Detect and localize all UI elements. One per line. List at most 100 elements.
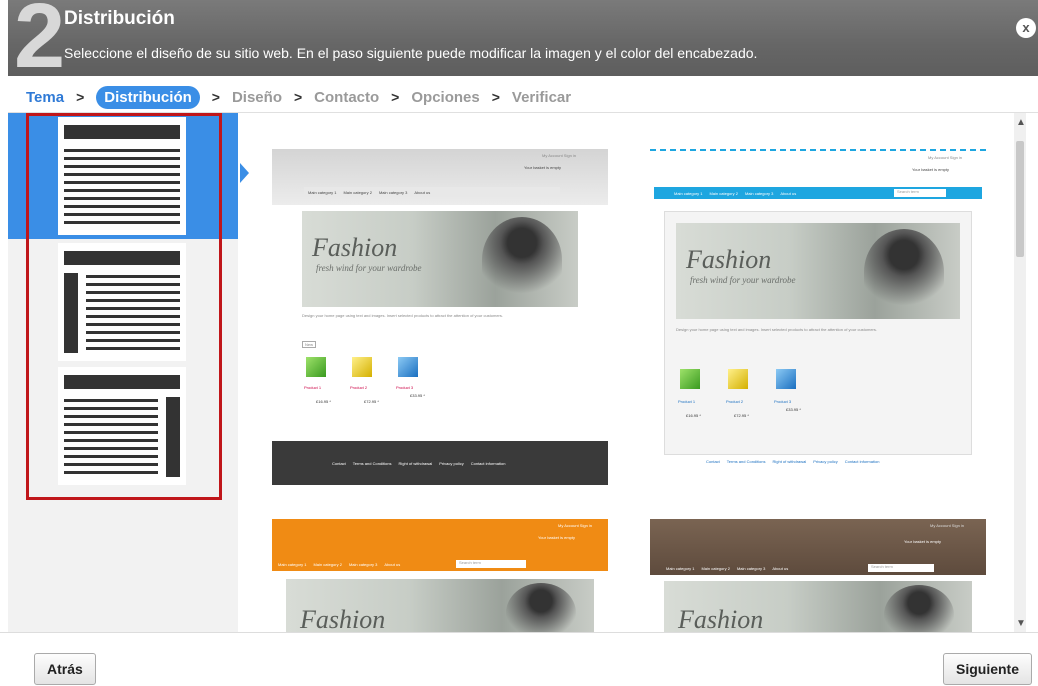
preview-hero-tagline: fresh wind for your wardrobe — [316, 263, 422, 273]
preview-footer-link: Contact — [706, 459, 720, 464]
preview-theme-blue[interactable]: My Account Sign in Your basket is empty … — [650, 149, 986, 469]
chevron-up-icon[interactable]: ▲ — [1016, 117, 1026, 128]
preview-hero-tagline: fresh wind for your wardrobe — [690, 275, 796, 285]
wizard-header: 2 Distribución Seleccione el diseño de s… — [8, 0, 1038, 82]
chevron-down-icon[interactable]: ▼ — [1016, 618, 1026, 629]
breadcrumb-step-contacto: Contacto — [314, 88, 380, 106]
preview-scrollbar[interactable]: ▲ ▼ — [1014, 113, 1026, 632]
next-button[interactable]: Siguiente — [942, 653, 1032, 685]
preview-footer-link: Contact information — [844, 459, 880, 464]
preview-search-input: Search term — [456, 560, 526, 568]
preview-nav-item: Main category 3 — [744, 190, 774, 196]
chevron-right-icon: > — [211, 89, 220, 105]
breadcrumb: Tema > Distribución > Diseño > Contacto … — [26, 84, 571, 110]
preview-nav-item: Main category 2 — [709, 190, 738, 196]
preview-search-input: Search term — [868, 564, 934, 572]
preview-hero-title: Fashion — [300, 605, 386, 632]
preview-product-price: £16.95 * — [686, 413, 701, 418]
preview-theme-orange[interactable]: My Account Sign in Your basket is empty … — [272, 519, 608, 632]
preview-product-price: £72.95 * — [364, 399, 379, 404]
preview-product-image — [398, 357, 418, 377]
preview-footer-link: Terms and Conditions — [352, 461, 392, 466]
content-area: My Account Sign in Your basket is empty … — [8, 112, 1038, 632]
page-title: Distribución — [64, 8, 175, 29]
preview-footer-links: Contact Terms and Conditions Right of wi… — [706, 459, 886, 464]
selected-pointer-icon — [240, 163, 249, 183]
preview-product-price: £33.95 * — [786, 407, 801, 412]
preview-footer-link: Privacy policy — [439, 461, 464, 466]
preview-footer-link: Terms and Conditions — [726, 459, 766, 464]
preview-product-image — [352, 357, 372, 377]
preview-product-price: £33.95 * — [410, 393, 425, 398]
preview-footer-link: Contact information — [470, 461, 506, 466]
preview-hero-figure — [864, 229, 944, 315]
preview-account-links: My Account Sign in — [928, 155, 963, 160]
preview-hero-figure — [884, 585, 954, 632]
wizard-footer: Atrás Siguiente — [0, 632, 1038, 686]
layout-sidebar — [8, 113, 238, 632]
preview-account-links: My Account Sign in — [558, 523, 593, 528]
preview-nav-item: Main category 1 — [278, 561, 307, 567]
preview-hero-title: Fashion — [686, 245, 772, 274]
preview-footer-link: Contact — [332, 461, 346, 466]
preview-nav-item: Main category 3 — [378, 189, 408, 195]
selection-outline — [26, 113, 222, 500]
preview-nav-item: Main category 1 — [674, 190, 703, 196]
preview-product-name: Product 3 — [774, 399, 792, 404]
breadcrumb-step-opciones: Opciones — [411, 88, 480, 106]
breadcrumb-step-tema[interactable]: Tema — [26, 89, 64, 106]
preview-nav-item: About us — [780, 190, 797, 196]
chevron-right-icon: > — [76, 89, 85, 105]
preview-body-text: Design your home page using text and ima… — [676, 327, 877, 332]
chevron-right-icon: > — [391, 89, 400, 105]
preview-hero-image: Fashion fresh wind for your wardrobe — [676, 223, 960, 319]
preview-footer-link: Right of withdrawal — [398, 461, 433, 466]
scrollbar-thumb[interactable] — [1016, 141, 1024, 257]
preview-area: My Account Sign in Your basket is empty … — [256, 113, 1026, 632]
preview-nav-item: Main category 3 — [348, 561, 378, 567]
preview-nav-item: About us — [772, 565, 789, 571]
preview-nav-item: About us — [414, 189, 431, 195]
preview-new-badge: New — [302, 341, 317, 348]
preview-theme-grey[interactable]: My Account Sign in Your basket is empty … — [272, 149, 608, 485]
close-icon[interactable]: x — [1016, 18, 1036, 38]
preview-basket-text: Your basket is empty — [912, 167, 949, 172]
layout-wizard: 2 Distribución Seleccione el diseño de s… — [0, 0, 1038, 686]
step-number: 2 — [14, 0, 66, 87]
preview-account-links: My Account Sign in — [930, 523, 965, 528]
preview-nav-item: Main category 1 — [666, 565, 695, 571]
preview-footer: Contact Terms and Conditions Right of wi… — [272, 441, 608, 485]
preview-product-image — [728, 369, 748, 389]
preview-product-image — [680, 369, 700, 389]
breadcrumb-step-verificar: Verificar — [511, 88, 572, 106]
preview-product-price: £72.95 * — [734, 413, 749, 418]
preview-hero-title: Fashion — [678, 605, 764, 632]
preview-product-name: Product 2 — [726, 399, 744, 404]
preview-product-name: Product 2 — [350, 385, 368, 390]
preview-footer-link: Privacy policy — [813, 459, 838, 464]
breadcrumb-step-distribucion[interactable]: Distribución — [96, 85, 200, 109]
preview-nav-item: Main category 2 — [343, 189, 372, 195]
preview-hero-figure — [506, 583, 576, 632]
preview-nav-item: Main category 2 — [701, 565, 730, 571]
preview-product-price: £16.95 * — [316, 399, 331, 404]
preview-navbar: Main category 1 Main category 2 Main cat… — [304, 187, 560, 197]
preview-nav-item: Main category 2 — [313, 561, 342, 567]
preview-product-name: Product 1 — [678, 399, 696, 404]
preview-hero-image: Fashion — [664, 581, 972, 632]
preview-nav-item: Main category 3 — [736, 565, 766, 571]
preview-theme-brown[interactable]: My Account Sign in Your basket is empty … — [650, 519, 986, 632]
back-button[interactable]: Atrás — [34, 653, 96, 685]
page-subtitle: Seleccione el diseño de su sitio web. En… — [64, 45, 758, 61]
preview-account-links: My Account Sign in — [542, 153, 577, 158]
preview-hero-figure — [482, 217, 562, 303]
preview-nav-item: About us — [384, 561, 401, 567]
preview-footer-link: Right of withdrawal — [772, 459, 807, 464]
preview-hero-image: Fashion — [286, 579, 594, 632]
preview-footer-links: Contact Terms and Conditions Right of wi… — [332, 461, 512, 466]
preview-search-input: Search term — [894, 189, 946, 197]
chevron-right-icon: > — [491, 89, 500, 105]
chevron-right-icon: > — [293, 89, 303, 105]
preview-product-name: Product 3 — [396, 385, 414, 390]
preview-basket-text: Your basket is empty — [524, 165, 561, 170]
